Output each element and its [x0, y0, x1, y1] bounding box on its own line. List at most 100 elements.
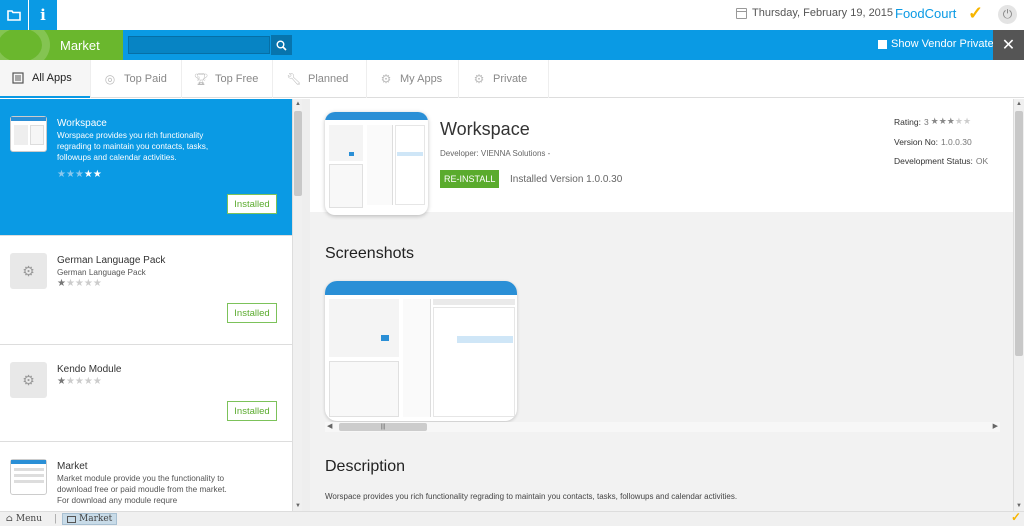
tab-top-free[interactable]: 🏆︎ Top Free: [193, 60, 259, 98]
app-description: Worspace provides you rich functionality…: [57, 131, 209, 162]
window-icon: [67, 515, 76, 523]
top-bar: i Thursday, February 19, 2015 FoodCourt …: [0, 0, 1024, 30]
close-icon: ✕: [1001, 37, 1016, 54]
list-scrollbar[interactable]: ▲ ▼: [292, 99, 302, 511]
search-icon: [276, 40, 287, 51]
app-description: German Language Pack: [57, 268, 146, 277]
tab-label: My Apps: [400, 73, 443, 85]
app-description: Market module provide you the functional…: [57, 474, 227, 505]
screenshot-image[interactable]: [325, 281, 517, 421]
checkmark-icon: ✓: [1011, 510, 1022, 524]
app-thumbnail: [10, 116, 47, 152]
vendor-private-label: Show Vendor Private: [891, 38, 994, 50]
market-title: Market: [60, 38, 100, 53]
mini-toolbar: [325, 112, 428, 120]
gear-plus-icon: ⚙: [473, 72, 485, 86]
dev-status-row: Development Status: OK: [894, 156, 988, 166]
market-label: Market: [79, 514, 113, 524]
menu-label: Menu: [15, 514, 43, 524]
list-item[interactable]: ⚙ Kendo Module ★★★★★ Installed: [0, 345, 292, 442]
divider: [458, 60, 459, 98]
app-name: Workspace: [57, 118, 107, 129]
app-name: Market: [57, 461, 88, 472]
category-tabs: All Apps ◎ Top Paid 🏆︎ Top Free 🔧︎ Plann…: [0, 60, 1024, 98]
search-button[interactable]: [271, 35, 292, 55]
installed-button[interactable]: Installed: [227, 401, 277, 421]
tab-label: Top Paid: [124, 73, 167, 85]
installed-button[interactable]: Installed: [227, 303, 277, 323]
tab-top-paid[interactable]: ◎ Top Paid: [103, 60, 167, 98]
detail-header: Workspace Developer: VIENNA Solutions - …: [310, 99, 1013, 215]
screenshots-scrollbar[interactable]: ◀ ||| ▶: [325, 422, 1000, 432]
divider: |: [54, 514, 58, 524]
coin-icon: ◎: [104, 72, 116, 86]
scroll-up-arrow[interactable]: ▲: [1014, 99, 1024, 109]
rating-value: 3: [923, 116, 929, 127]
divider: [181, 60, 182, 98]
app-name: German Language Pack: [57, 255, 166, 266]
tab-private[interactable]: ⚙ Private: [472, 60, 528, 98]
version-label: Version No:: [894, 137, 938, 147]
rating-stars: ★★★★★: [57, 169, 102, 180]
installed-button[interactable]: Installed: [227, 194, 277, 214]
list-item[interactable]: Market Market module provide you the fun…: [0, 442, 292, 511]
search-input[interactable]: [128, 36, 270, 54]
checkmark-icon: ✓: [968, 3, 984, 23]
home-icon: ⌂: [6, 514, 13, 524]
taskbar-item-market[interactable]: Market: [62, 513, 118, 525]
calendar-icon: [736, 7, 747, 19]
detail-scrollbar[interactable]: ▲ ▼: [1013, 99, 1024, 511]
scroll-thumb[interactable]: [1015, 111, 1023, 356]
description-heading: Description: [325, 458, 406, 475]
tab-label: Top Free: [215, 73, 259, 85]
divider: [366, 60, 367, 98]
rating-label: Rating:: [894, 116, 921, 127]
folder-icon[interactable]: [0, 0, 28, 30]
list-item[interactable]: ⚙ German Language Pack German Language P…: [0, 236, 292, 345]
app-icon-large: [325, 112, 428, 215]
pane-divider: [302, 99, 310, 511]
tab-my-apps[interactable]: ⚙ My Apps: [379, 60, 443, 98]
installed-version: Installed Version 1.0.0.30: [510, 174, 623, 185]
tab-label: Planned: [308, 73, 349, 85]
menu-button[interactable]: ⌂ Menu: [6, 513, 42, 525]
brand-name: FoodCourt: [895, 6, 957, 21]
description-text: Worspace provides you rich functionality…: [325, 492, 738, 501]
version-row: Version No: 1.0.0.30: [894, 137, 972, 147]
market-bar: Market Show Vendor Private ✕: [0, 30, 1024, 60]
gear-icon: ⚙: [10, 253, 47, 289]
tab-planned[interactable]: 🔧︎ Planned: [286, 60, 349, 98]
tab-all-apps[interactable]: All Apps: [0, 60, 90, 98]
list-icon: [11, 71, 25, 85]
scroll-thumb[interactable]: |||: [339, 423, 427, 431]
dev-status-label: Development Status:: [894, 156, 973, 166]
scroll-right-arrow[interactable]: ▶: [993, 422, 998, 430]
version-value: 1.0.0.30: [940, 137, 972, 147]
app-window: i Thursday, February 19, 2015 FoodCourt …: [0, 0, 1024, 526]
show-vendor-private-toggle[interactable]: Show Vendor Private: [878, 38, 994, 50]
scroll-thumb[interactable]: [294, 111, 302, 196]
app-name: Kendo Module: [57, 364, 122, 375]
reinstall-button[interactable]: RE-INSTALL: [440, 170, 500, 188]
market-title-tab: Market: [0, 30, 123, 60]
decorative-swirl: [0, 30, 50, 60]
developer-text: Developer: VIENNA Solutions -: [440, 149, 551, 158]
rating-row: Rating: 3 ★★★★★: [894, 116, 971, 127]
date-display: Thursday, February 19, 2015: [736, 7, 893, 19]
gear-icon: ⚙: [10, 362, 47, 398]
rating-stars: ★★★★★: [930, 116, 972, 126]
checkbox[interactable]: [878, 39, 887, 49]
scroll-left-arrow[interactable]: ◀: [327, 422, 332, 430]
rating-stars: ★★★★★: [57, 376, 102, 387]
rating-stars: ★★★★★: [57, 278, 102, 289]
date-text: Thursday, February 19, 2015: [752, 7, 894, 19]
power-icon[interactable]: ⏻: [998, 5, 1017, 24]
app-title: Workspace: [440, 119, 530, 139]
list-item[interactable]: Workspace Worspace provides you rich fun…: [0, 99, 292, 236]
taskbar: ⌂ Menu | Market ✓: [0, 510, 1024, 526]
close-button[interactable]: ✕: [993, 30, 1024, 60]
info-icon[interactable]: i: [29, 0, 57, 30]
app-list: Workspace Worspace provides you rich fun…: [0, 99, 292, 511]
tab-label: All Apps: [32, 72, 72, 84]
dev-status-value: OK: [975, 156, 989, 166]
